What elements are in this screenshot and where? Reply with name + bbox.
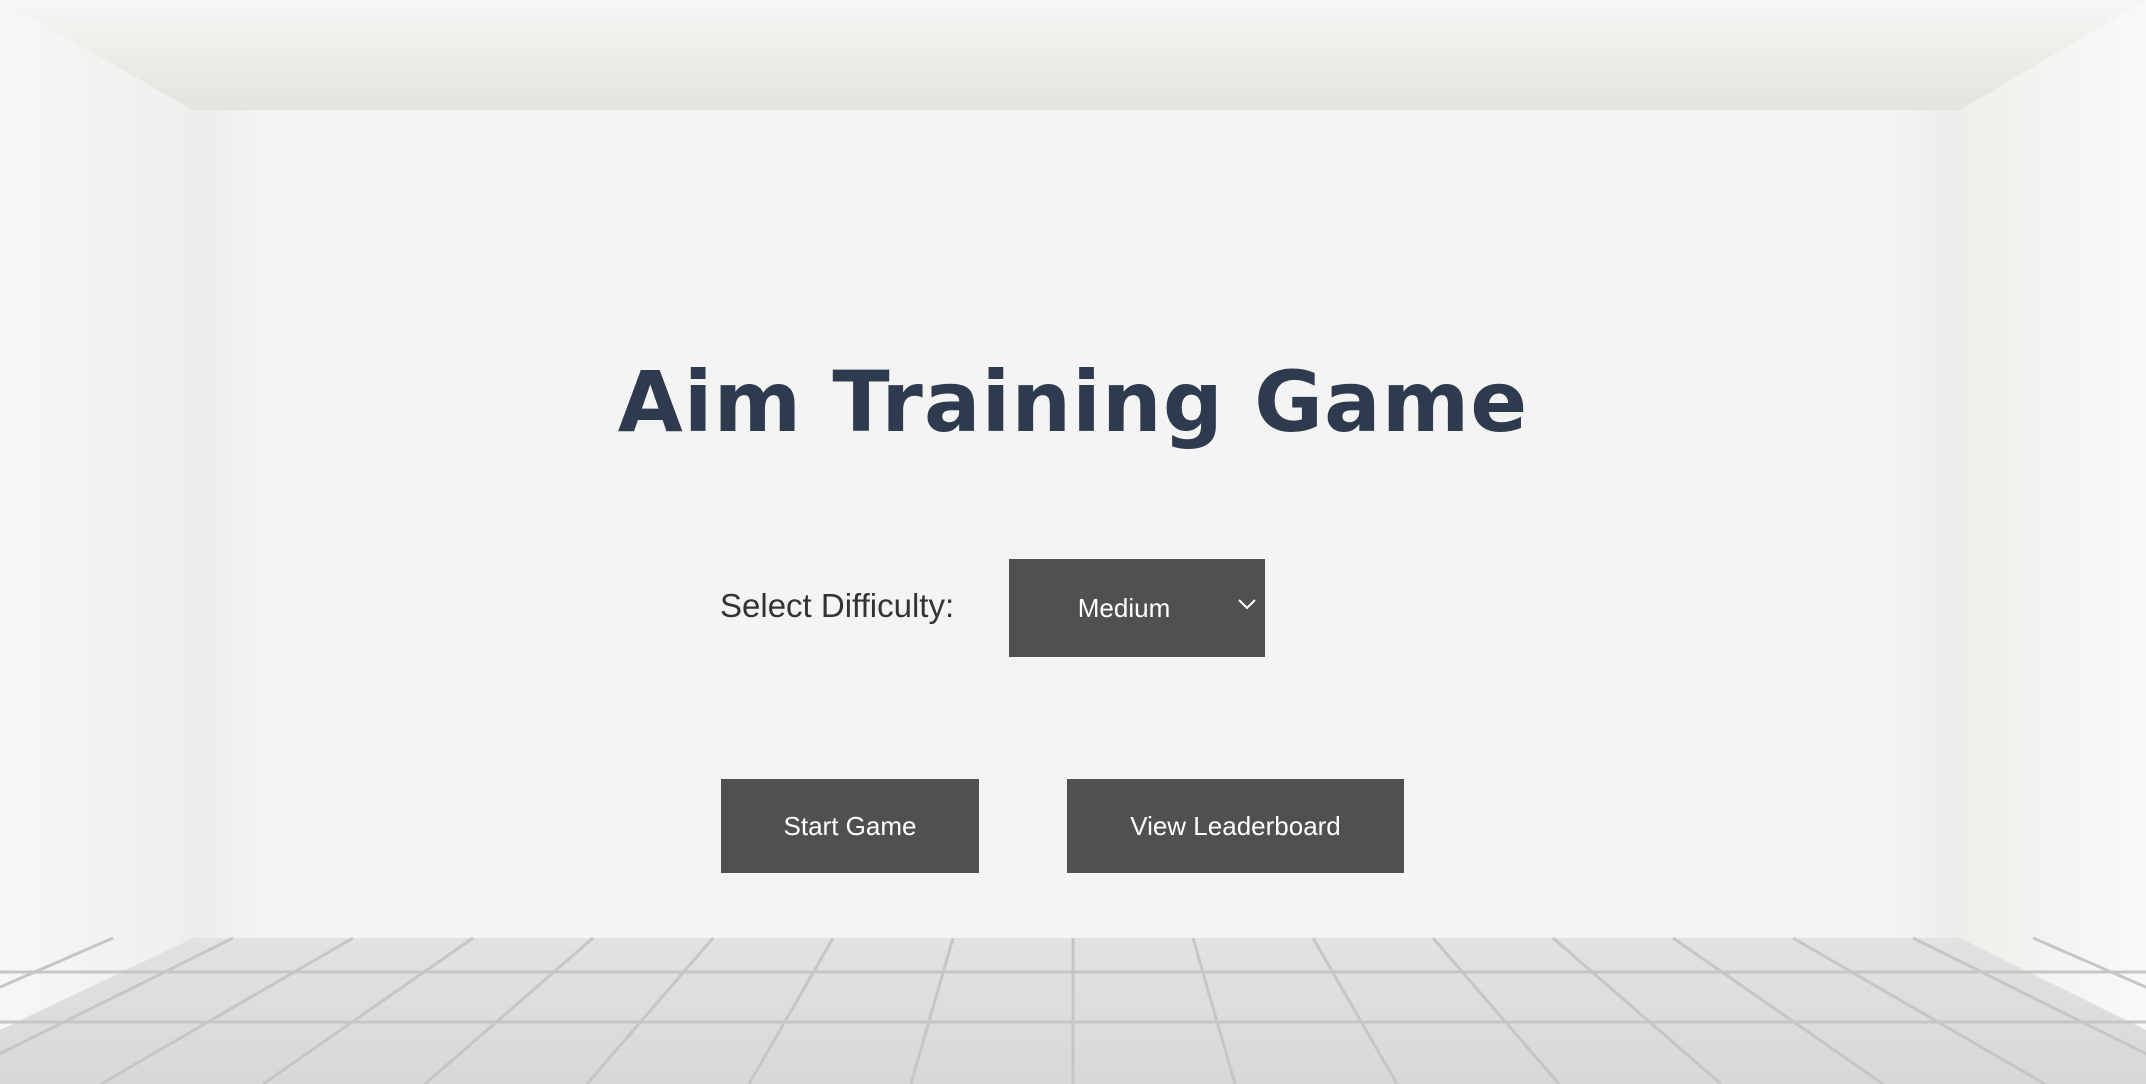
- room-background: [0, 0, 2146, 1084]
- start-game-button[interactable]: Start Game: [721, 779, 979, 873]
- right-wall: [1960, 0, 2146, 1030]
- difficulty-label: Select Difficulty:: [720, 587, 955, 624]
- view-leaderboard-button[interactable]: View Leaderboard: [1067, 779, 1404, 873]
- difficulty-select[interactable]: Medium: [1009, 559, 1265, 657]
- left-wall: [0, 0, 193, 1030]
- page-title: Aim Training Game: [617, 353, 1529, 451]
- game-menu-screen: Aim Training Game Select Difficulty: Med…: [0, 0, 2146, 1084]
- chevron-down-icon: [1238, 599, 1256, 610]
- difficulty-selected-value: Medium: [1077, 593, 1171, 623]
- ceiling: [0, 0, 2146, 110]
